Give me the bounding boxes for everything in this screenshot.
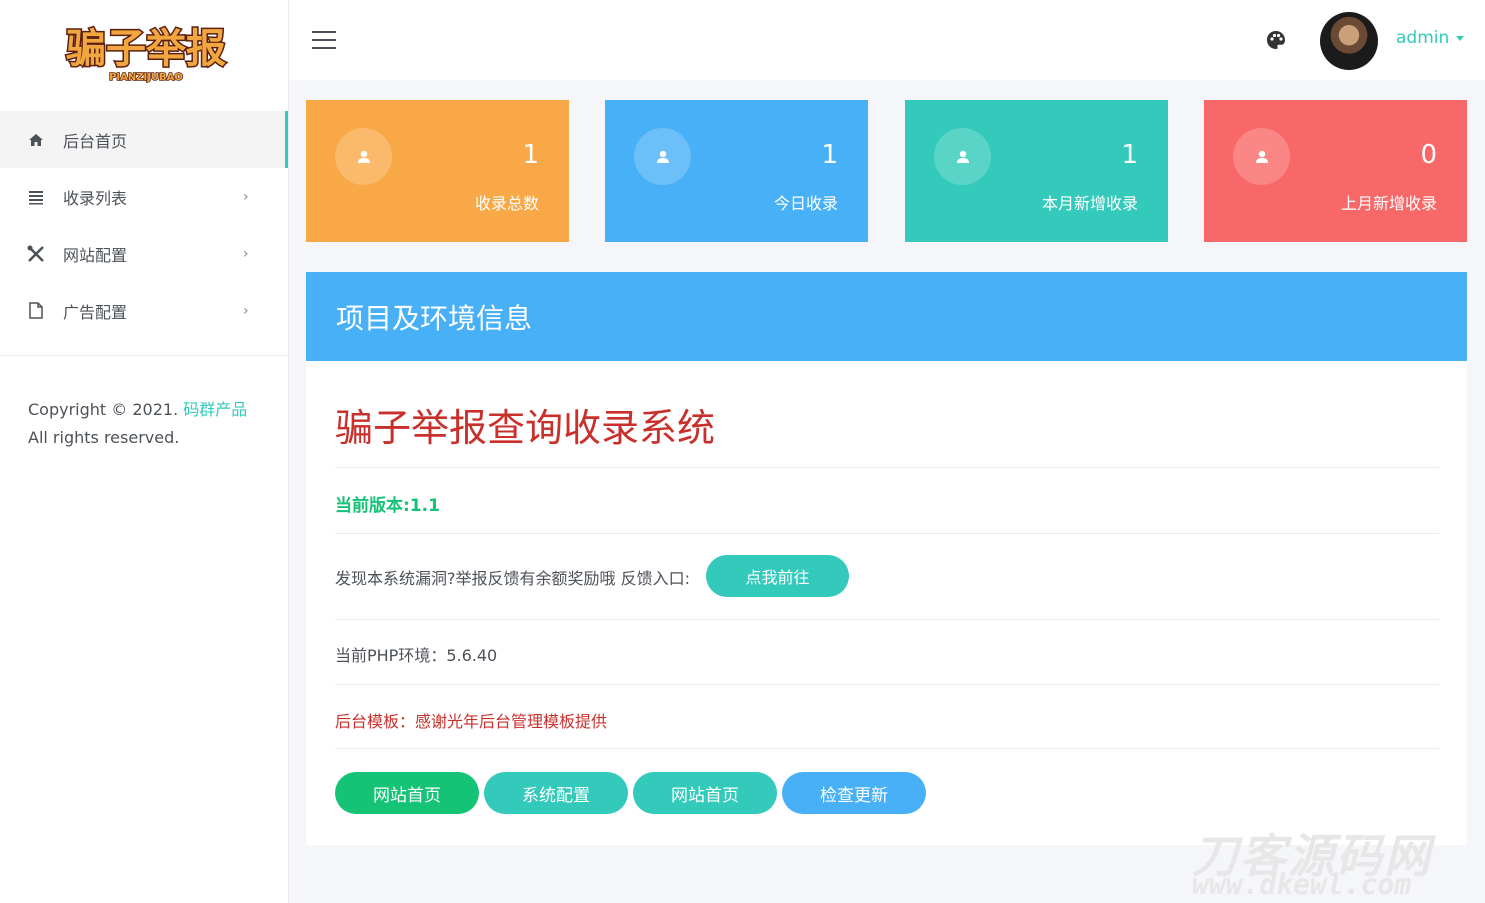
sidebar-item-ad-config[interactable]: 广告配置 › xyxy=(0,282,288,339)
hamburger-icon[interactable] xyxy=(312,31,336,51)
stat-label: 今日收录 xyxy=(773,194,838,213)
tools-icon xyxy=(27,245,45,263)
home-icon xyxy=(27,131,45,149)
svg-text:骗子举报: 骗子举报 xyxy=(66,26,226,72)
version-text: 当前版本:1.1 xyxy=(335,496,440,516)
stat-label: 上月新增收录 xyxy=(1340,194,1437,213)
copyright-brand-link[interactable]: 码群产品 xyxy=(183,400,247,419)
user-icon xyxy=(934,128,991,185)
stat-label: 收录总数 xyxy=(474,194,539,213)
stat-card-last-month: 0 上月新增收录 xyxy=(1204,100,1467,242)
divider xyxy=(335,467,1439,468)
divider xyxy=(335,619,1439,620)
stat-value: 1 xyxy=(522,140,539,170)
sidebar-item-label: 收录列表 xyxy=(63,188,128,208)
copyright-suffix: All rights reserved. xyxy=(28,428,180,447)
divider xyxy=(335,684,1439,685)
card-heading: 项目及环境信息 xyxy=(306,272,1467,361)
site-home-button[interactable]: 网站首页 xyxy=(335,772,479,814)
sidebar: 骗子举报 PIANZIJUBAO 后台首页 收录列表 › 网站配置 › 广告配置… xyxy=(0,0,289,903)
top-header: admin xyxy=(289,0,1485,80)
stat-value: 1 xyxy=(1121,140,1138,170)
stat-card-today: 1 今日收录 xyxy=(605,100,868,242)
chevron-right-icon: › xyxy=(243,302,249,319)
user-icon xyxy=(634,128,691,185)
stat-label: 本月新增收录 xyxy=(1041,194,1138,213)
logo[interactable]: 骗子举报 PIANZIJUBAO xyxy=(60,20,232,86)
copyright-prefix: Copyright © 2021. xyxy=(28,400,184,419)
project-info-card: 项目及环境信息 骗子举报查询收录系统 当前版本:1.1 发现本系统漏洞?举报反馈… xyxy=(306,272,1467,845)
sidebar-nav: 后台首页 收录列表 › 网站配置 › 广告配置 › xyxy=(0,111,288,339)
user-icon xyxy=(335,128,392,185)
sidebar-divider xyxy=(0,355,288,356)
divider xyxy=(335,533,1439,534)
system-title: 骗子举报查询收录系统 xyxy=(335,406,716,450)
chevron-right-icon: › xyxy=(243,188,249,205)
stat-value: 0 xyxy=(1420,140,1437,170)
caret-down-icon[interactable] xyxy=(1456,36,1464,41)
watermark-url: www.dkewl.com xyxy=(1192,868,1412,901)
stat-value: 1 xyxy=(821,140,838,170)
stat-card-this-month: 1 本月新增收录 xyxy=(905,100,1168,242)
php-env-text: 当前PHP环境：5.6.40 xyxy=(335,646,498,665)
divider xyxy=(335,748,1439,749)
sidebar-item-label: 网站配置 xyxy=(63,245,128,265)
svg-text:PIANZIJUBAO: PIANZIJUBAO xyxy=(109,72,183,83)
feedback-button[interactable]: 点我前往 xyxy=(706,555,849,597)
sidebar-item-site-config[interactable]: 网站配置 › xyxy=(0,225,288,282)
copyright: Copyright © 2021. 码群产品 All rights reserv… xyxy=(28,396,268,452)
system-config-button[interactable]: 系统配置 xyxy=(484,772,628,814)
stat-card-total: 1 收录总数 xyxy=(306,100,569,242)
list-icon xyxy=(27,188,45,206)
sidebar-item-label: 后台首页 xyxy=(63,131,128,151)
feedback-text: 发现本系统漏洞?举报反馈有余额奖励哦 反馈入口: xyxy=(335,569,690,588)
avatar[interactable] xyxy=(1320,12,1378,70)
sidebar-item-dashboard[interactable]: 后台首页 xyxy=(0,111,288,168)
file-icon xyxy=(27,302,45,320)
palette-icon[interactable] xyxy=(1265,29,1287,51)
username[interactable]: admin xyxy=(1396,28,1449,48)
user-icon xyxy=(1233,128,1290,185)
chevron-right-icon: › xyxy=(243,245,249,262)
sidebar-item-records[interactable]: 收录列表 › xyxy=(0,168,288,225)
template-credit: 后台模板：感谢光年后台管理模板提供 xyxy=(335,712,608,731)
site-home-button-2[interactable]: 网站首页 xyxy=(633,772,777,814)
check-update-button[interactable]: 检查更新 xyxy=(782,772,926,814)
sidebar-item-label: 广告配置 xyxy=(63,302,128,322)
